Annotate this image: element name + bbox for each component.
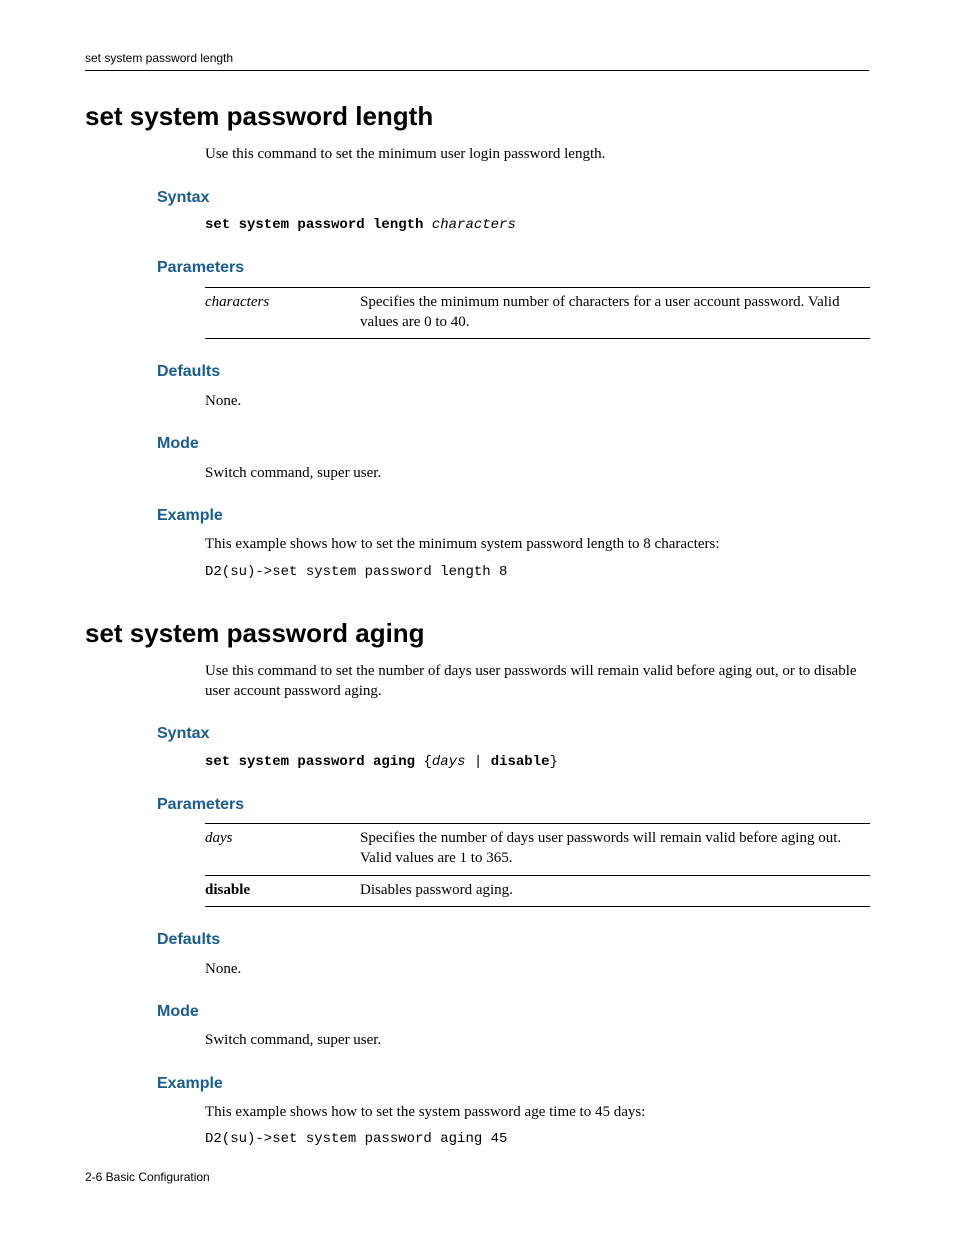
parameters-heading: Parameters bbox=[157, 794, 869, 816]
syntax-line: set system password length characters bbox=[205, 216, 869, 235]
parameters-table: characters Specifies the minimum number … bbox=[205, 287, 870, 340]
mode-heading: Mode bbox=[157, 433, 869, 455]
page: set system password length set system pa… bbox=[0, 0, 954, 1235]
example-intro: This example shows how to set the system… bbox=[205, 1102, 869, 1122]
syntax-line: set system password aging {days | disabl… bbox=[205, 753, 869, 772]
example-code: D2(su)->set system password length 8 bbox=[205, 563, 869, 582]
example-heading: Example bbox=[157, 505, 869, 527]
defaults-text: None. bbox=[205, 959, 869, 979]
param-name: disable bbox=[205, 882, 250, 898]
table-row: disable Disables password aging. bbox=[205, 875, 870, 906]
syntax-heading: Syntax bbox=[157, 187, 869, 209]
param-name: characters bbox=[205, 294, 269, 310]
mode-text: Switch command, super user. bbox=[205, 1030, 869, 1050]
syntax-heading: Syntax bbox=[157, 723, 869, 745]
page-footer: 2-6 Basic Configuration bbox=[85, 1169, 210, 1185]
intro-text: Use this command to set the minimum user… bbox=[205, 144, 869, 164]
intro-text: Use this command to set the number of da… bbox=[205, 661, 869, 702]
section-title: set system password length bbox=[85, 99, 869, 134]
syntax-arg: days bbox=[432, 754, 466, 770]
example-heading: Example bbox=[157, 1073, 869, 1095]
table-row: days Specifies the number of days user p… bbox=[205, 824, 870, 876]
table-row: characters Specifies the minimum number … bbox=[205, 287, 870, 339]
example-code: D2(su)->set system password aging 45 bbox=[205, 1130, 869, 1149]
param-name: days bbox=[205, 830, 233, 846]
defaults-text: None. bbox=[205, 391, 869, 411]
syntax-cmd: set system password length bbox=[205, 217, 423, 233]
parameters-table: days Specifies the number of days user p… bbox=[205, 823, 870, 907]
defaults-heading: Defaults bbox=[157, 929, 869, 951]
parameters-heading: Parameters bbox=[157, 257, 869, 279]
defaults-heading: Defaults bbox=[157, 361, 869, 383]
example-intro: This example shows how to set the minimu… bbox=[205, 534, 869, 554]
syntax-arg: characters bbox=[432, 217, 516, 233]
param-desc: Specifies the number of days user passwo… bbox=[360, 824, 870, 876]
mode-text: Switch command, super user. bbox=[205, 463, 869, 483]
running-head: set system password length bbox=[85, 50, 869, 71]
syntax-cmd: set system password aging bbox=[205, 754, 415, 770]
param-desc: Disables password aging. bbox=[360, 875, 870, 906]
mode-heading: Mode bbox=[157, 1001, 869, 1023]
syntax-kw: disable bbox=[491, 754, 550, 770]
section-title: set system password aging bbox=[85, 616, 869, 651]
param-desc: Specifies the minimum number of characte… bbox=[360, 287, 870, 339]
